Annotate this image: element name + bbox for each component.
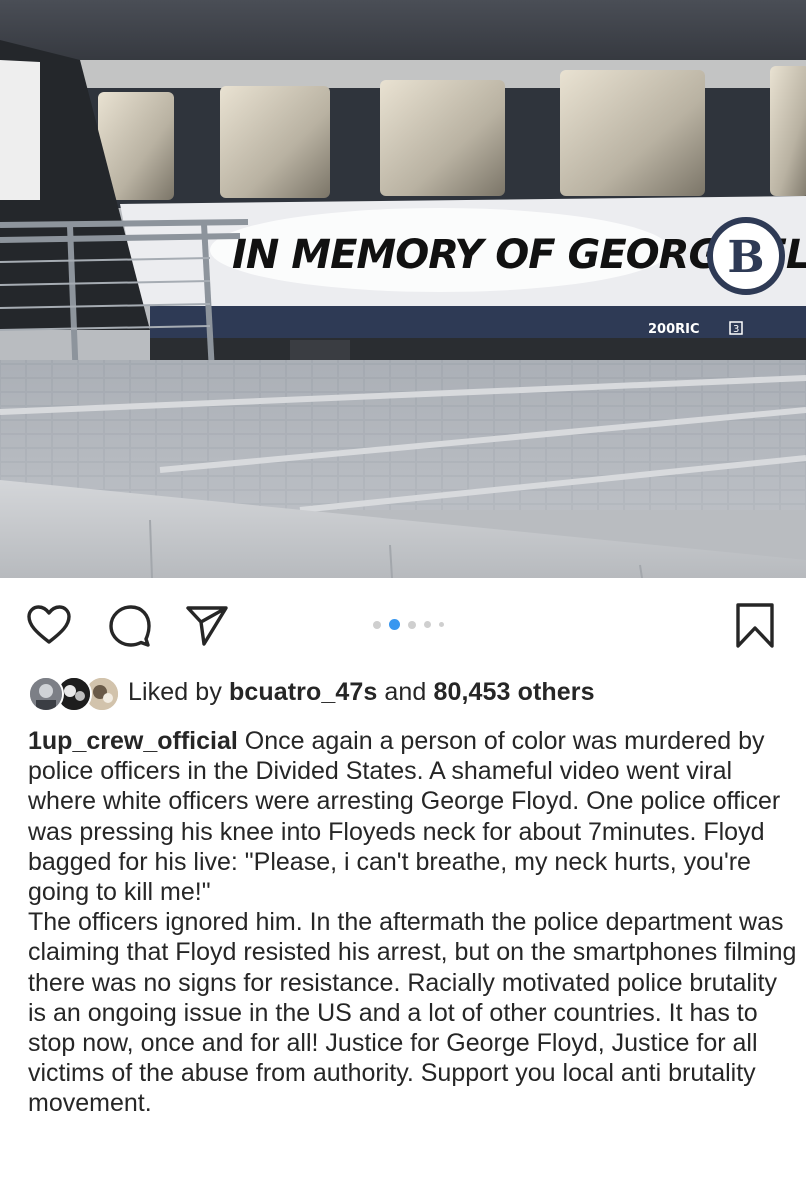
liker-username[interactable]: bcuatro_47s xyxy=(229,678,377,706)
heart-icon xyxy=(27,605,71,644)
carousel-dot xyxy=(424,621,431,628)
liker-avatars xyxy=(28,674,120,712)
train-scene: IN MEMORY OF GEORGE FLOYD.. B 200RIC 3 xyxy=(0,0,806,578)
caption-paragraph-2: The officers ignored him. In the afterma… xyxy=(28,908,797,1118)
carousel-indicator xyxy=(373,619,444,630)
post-caption: 1up_crew_official Once again a person of… xyxy=(28,726,798,1119)
carousel-dot-active xyxy=(389,619,400,630)
carousel-dot xyxy=(408,620,416,629)
carousel-dot xyxy=(439,622,444,627)
railway-logo: B xyxy=(727,232,764,283)
likes-count[interactable]: 80,453 others xyxy=(433,678,594,706)
post-photo[interactable]: IN MEMORY OF GEORGE FLOYD.. B 200RIC 3 xyxy=(0,0,806,578)
post-action-bar xyxy=(0,578,806,670)
likes-prefix: Liked by xyxy=(128,677,222,706)
comment-button[interactable] xyxy=(104,600,154,650)
like-button[interactable] xyxy=(24,600,74,650)
likes-row[interactable]: Liked by bcuatro_47s and 80,453 others xyxy=(28,672,595,712)
likes-connector: and xyxy=(384,677,427,706)
car-number: 3 xyxy=(733,324,739,335)
comment-icon xyxy=(109,605,151,647)
carousel-dot xyxy=(373,620,381,629)
caption-username[interactable]: 1up_crew_official xyxy=(28,727,238,755)
bookmark-icon xyxy=(736,603,774,648)
share-button[interactable] xyxy=(182,600,232,650)
avatar xyxy=(28,676,64,712)
caption-paragraph-1: 1up_crew_official Once again a person of… xyxy=(28,726,798,907)
likes-summary: Liked by bcuatro_47s and 80,453 others xyxy=(128,678,595,707)
car-marking: 200RIC xyxy=(648,322,700,337)
save-button[interactable] xyxy=(730,600,780,650)
share-icon xyxy=(186,606,228,646)
